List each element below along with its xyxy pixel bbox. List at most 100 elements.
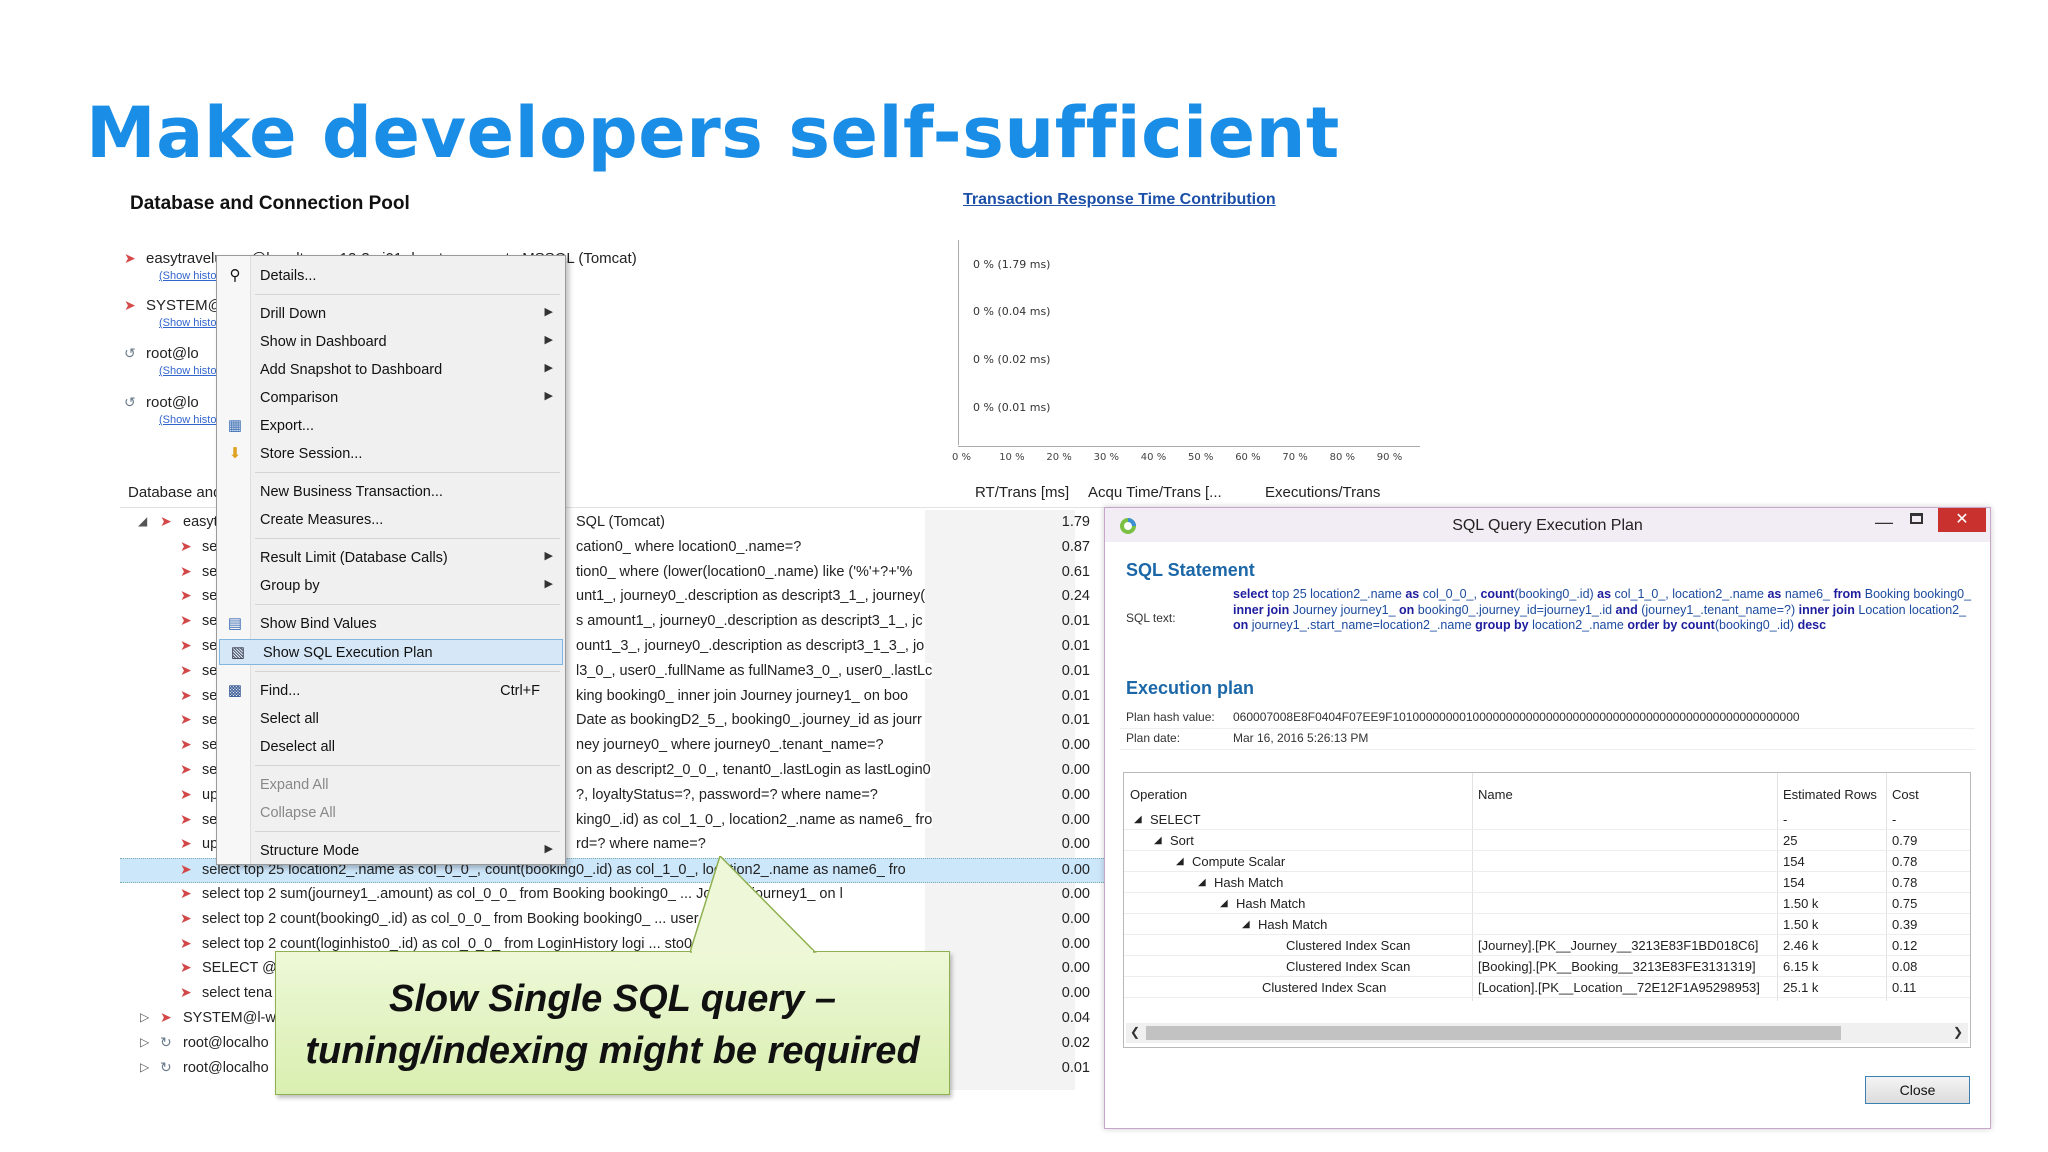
menu-item-group-by[interactable]: Group by ▶	[217, 573, 565, 599]
plan-date-label: Plan date:	[1126, 731, 1181, 745]
plan-row[interactable]: ◢ Hash Match 154 0.78	[1124, 872, 1970, 893]
row-statement: SYSTEM@l-w	[183, 1010, 276, 1026]
row-statement-tail: cation0_ where location0_.name=?	[576, 538, 802, 555]
collapse-icon[interactable]: ◢	[1176, 856, 1184, 867]
menu-item-label: Add Snapshot to Dashboard	[260, 362, 443, 378]
row-statement: SELECT @	[202, 960, 277, 977]
row-statement-tail: SQL (Tomcat)	[576, 514, 665, 530]
plan-estimated-rows: 25	[1783, 833, 1798, 848]
menu-item-export[interactable]: ▦ Export...	[217, 413, 565, 439]
chart-x-tick: 70 %	[1282, 452, 1308, 463]
sql-statement-icon: ➤	[180, 861, 192, 878]
execution-plan-icon: ▧	[230, 644, 246, 661]
submenu-arrow-icon: ▶	[544, 550, 553, 562]
menu-item-result-limit[interactable]: Result Limit (Database Calls) ▶	[217, 545, 565, 571]
pool-item[interactable]: ↺ root@lo (Show histo	[124, 345, 216, 377]
plan-hash-value: 060007008E8F0404F07EE9F10100000000100000…	[1233, 710, 1800, 724]
plan-estimated-rows: 1.50 k	[1783, 917, 1819, 932]
table-row[interactable]: ➤ select top 2 sum(journey1_.amount) as c…	[120, 883, 1120, 908]
menu-item-drill-down[interactable]: Drill Down ▶	[217, 301, 565, 327]
row-rt-value: 0.00	[1061, 836, 1090, 853]
menu-item-store-session[interactable]: ⬇ Store Session...	[217, 441, 565, 467]
pool-item-label: root@lo	[146, 345, 199, 362]
row-rt-value: 0.00	[1061, 960, 1090, 977]
column-header-estimated-rows[interactable]: Estimated Rows	[1783, 787, 1877, 802]
column-header-exec[interactable]: Executions/Trans	[1265, 484, 1380, 501]
sql-statement-icon: ➤	[180, 810, 192, 827]
chart-title[interactable]: Transaction Response Time Contribution	[963, 191, 1276, 209]
plan-cost: 0.75	[1892, 896, 1918, 911]
sql-keyword: as	[1405, 587, 1420, 601]
collapse-icon[interactable]: ◢	[1198, 877, 1206, 888]
menu-item-deselect-all[interactable]: Deselect all	[217, 734, 565, 760]
plan-row[interactable]: ◢ SELECT - -	[1124, 809, 1970, 830]
menu-item-select-all[interactable]: Select all	[217, 706, 565, 732]
menu-item-find[interactable]: ▩ Find... Ctrl+F	[217, 678, 565, 704]
column-header-cost[interactable]: Cost	[1892, 787, 1919, 802]
menu-item-label: Comparison	[260, 390, 339, 406]
menu-item-label: Group by	[260, 578, 320, 594]
sql-statement-icon: ➤	[180, 736, 192, 753]
expand-icon[interactable]: ▷	[140, 1010, 149, 1024]
menu-separator	[255, 604, 560, 605]
menu-item-create-measures[interactable]: Create Measures...	[217, 507, 565, 533]
collapse-icon[interactable]: ◢	[138, 514, 147, 528]
menu-item-add-snapshot[interactable]: Add Snapshot to Dashboard ▶	[217, 357, 565, 383]
mysql-icon: ↻	[160, 1033, 172, 1050]
plan-row[interactable]: Clustered Index Scan [Booking].[PK__Booki…	[1124, 956, 1970, 977]
plan-row[interactable]: ◢ Hash Match 1.50 k 0.75	[1124, 893, 1970, 914]
menu-item-show-sql-execution-plan[interactable]: ▧ Show SQL Execution Plan	[219, 639, 563, 665]
column-header-rt[interactable]: RT/Trans [ms]	[975, 484, 1069, 501]
callout-line-1: Slow Single SQL query –	[389, 978, 836, 1020]
divider	[1120, 728, 1975, 729]
chart-x-tick: 10 %	[999, 452, 1025, 463]
table-row[interactable]: ➤ select top 2 count(booking0_.id) as col…	[120, 908, 1120, 933]
menu-item-comparison[interactable]: Comparison ▶	[217, 385, 565, 411]
expand-icon[interactable]: ▷	[140, 1060, 149, 1074]
menu-item-new-business-transaction[interactable]: New Business Transaction...	[217, 479, 565, 505]
binoculars-icon: ▩	[227, 682, 243, 699]
plan-row[interactable]: ◢ Hash Match 1.50 k 0.39	[1124, 914, 1970, 935]
menu-item-show-bind-values[interactable]: ▤ Show Bind Values	[217, 611, 565, 637]
sql-keyword: group by	[1475, 618, 1529, 632]
show-history-link[interactable]: (Show histo	[159, 365, 216, 377]
scroll-left-icon[interactable]: ❮	[1130, 1025, 1140, 1039]
column-header-name[interactable]: Name	[1478, 787, 1513, 802]
mysql-icon: ↻	[160, 1058, 172, 1075]
plan-estimated-rows: 2.46 k	[1783, 938, 1819, 953]
menu-item-structure-mode[interactable]: Structure Mode ▶	[217, 838, 565, 864]
submenu-arrow-icon: ▶	[544, 306, 553, 318]
column-header-acqu[interactable]: Acqu Time/Trans [...	[1088, 484, 1222, 501]
plan-row[interactable]: Clustered Index Scan [Location].[PK__Loca…	[1124, 977, 1970, 998]
menu-item-show-in-dashboard[interactable]: Show in Dashboard ▶	[217, 329, 565, 355]
maximize-icon[interactable]	[1910, 513, 1923, 524]
collapse-icon[interactable]: ◢	[1134, 814, 1142, 825]
row-statement-tail: tion0_ where (lower(location0_.name) lik…	[576, 563, 913, 580]
show-history-link[interactable]: (Show histo	[159, 317, 216, 329]
chart-bar-label: 0 % (0.02 ms)	[973, 353, 1051, 366]
plan-row[interactable]: ◢ Sort 25 0.79	[1124, 830, 1970, 851]
submenu-arrow-icon: ▶	[544, 578, 553, 590]
close-button[interactable]: Close	[1865, 1076, 1970, 1104]
collapse-icon[interactable]: ◢	[1154, 835, 1162, 846]
scroll-right-icon[interactable]: ❯	[1953, 1025, 1963, 1039]
plan-operation: Hash Match	[1236, 896, 1306, 911]
callout-pointer	[690, 856, 817, 954]
close-icon[interactable]: ✕	[1938, 508, 1986, 532]
column-header-operation[interactable]: Operation	[1130, 787, 1187, 802]
scrollbar-thumb[interactable]	[1146, 1026, 1841, 1040]
plan-row[interactable]: Clustered Index Scan [Journey].[PK__Journ…	[1124, 935, 1970, 956]
horizontal-scrollbar[interactable]: ❮ ❯	[1126, 1023, 1968, 1043]
show-history-link[interactable]: (Show histo	[159, 270, 216, 282]
menu-item-details[interactable]: ⚲ Details...	[217, 263, 565, 289]
row-rt-value: 0.24	[1061, 588, 1090, 605]
pool-item[interactable]: ↺ root@lo (Show histo	[124, 394, 216, 426]
collapse-icon[interactable]: ◢	[1220, 898, 1228, 909]
row-statement-tail: king booking0_ inner join Journey journe…	[576, 687, 909, 704]
plan-row[interactable]: ◢ Compute Scalar 154 0.78	[1124, 851, 1970, 872]
expand-icon[interactable]: ▷	[140, 1035, 149, 1049]
dialog-titlebar[interactable]: SQL Query Execution Plan — ✕	[1105, 508, 1990, 542]
collapse-icon[interactable]: ◢	[1242, 919, 1250, 930]
show-history-link[interactable]: (Show histo	[159, 414, 216, 426]
minimize-icon[interactable]: —	[1875, 512, 1893, 533]
